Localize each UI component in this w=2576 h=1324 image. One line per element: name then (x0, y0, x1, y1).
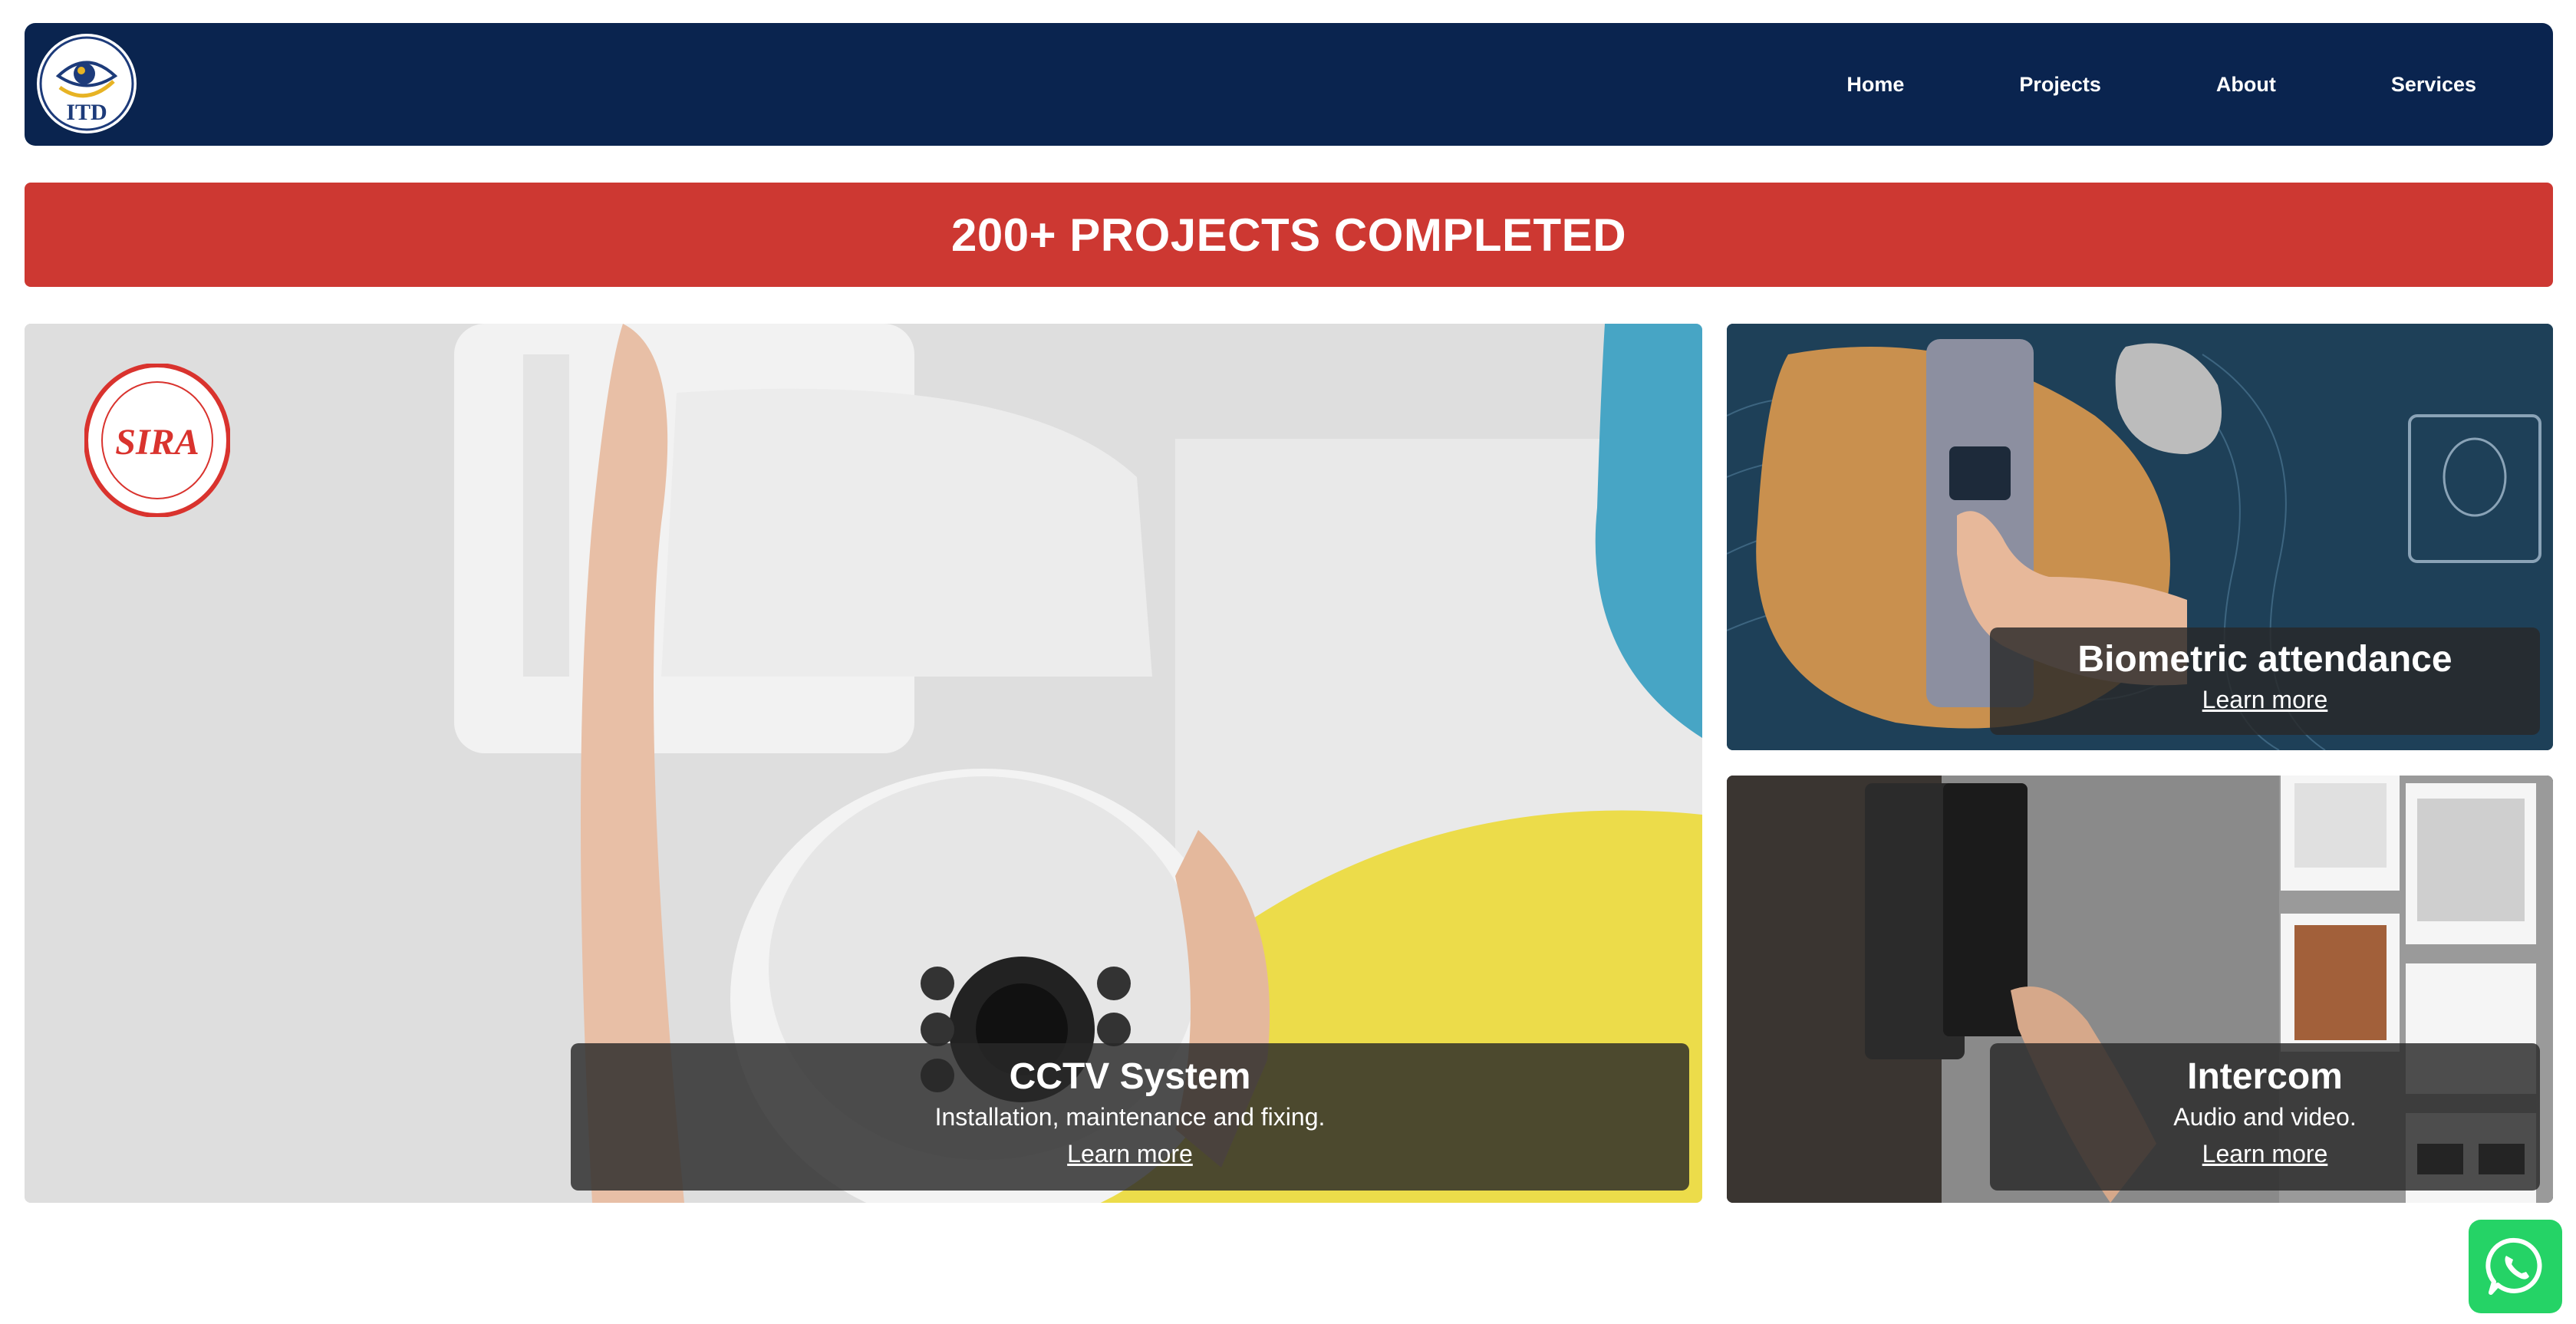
cctv-description: Installation, maintenance and fixing. (934, 1103, 1326, 1131)
svg-text:SIRA: SIRA (115, 422, 199, 463)
cctv-card: SIRA CCTV System Installation, maintenan… (25, 324, 1702, 1203)
navbar: ITD Home Projects About Services (25, 23, 2553, 146)
projects-banner: 200+ PROJECTS COMPLETED (25, 183, 2553, 287)
intercom-card: Intercom Audio and video. Learn more (1727, 776, 2553, 1203)
biometric-title: Biometric attendance (2077, 639, 2452, 680)
cctv-title: CCTV System (1009, 1056, 1251, 1097)
nav-link-projects[interactable]: Projects (2019, 73, 2101, 97)
cctv-overlay: CCTV System Installation, maintenance an… (571, 1043, 1689, 1191)
biometric-learn-more-link[interactable]: Learn more (2202, 681, 2328, 718)
banner-text: 200+ PROJECTS COMPLETED (950, 209, 1627, 261)
itd-logo[interactable]: ITD (37, 34, 137, 133)
sira-badge: SIRA (84, 363, 231, 518)
whatsapp-button[interactable] (2469, 1220, 2562, 1313)
nav-link-services[interactable]: Services (2391, 73, 2476, 97)
biometric-card: Biometric attendance Learn more (1727, 324, 2553, 750)
svg-text:ITD: ITD (66, 100, 107, 125)
intercom-learn-more-link[interactable]: Learn more (2202, 1135, 2328, 1172)
nav-links: Home Projects About Services (1731, 23, 2476, 146)
intercom-overlay: Intercom Audio and video. Learn more (1990, 1043, 2540, 1191)
itd-eye-logo-icon: ITD (39, 36, 134, 131)
nav-link-about[interactable]: About (2216, 73, 2276, 97)
intercom-title: Intercom (2187, 1056, 2343, 1097)
intercom-description: Audio and video. (2173, 1103, 2357, 1131)
cctv-learn-more-link[interactable]: Learn more (1067, 1135, 1193, 1172)
nav-link-home[interactable]: Home (1846, 73, 1904, 97)
biometric-overlay: Biometric attendance Learn more (1990, 627, 2540, 735)
whatsapp-icon (2485, 1237, 2542, 1295)
sira-seal-icon: SIRA (84, 363, 231, 518)
